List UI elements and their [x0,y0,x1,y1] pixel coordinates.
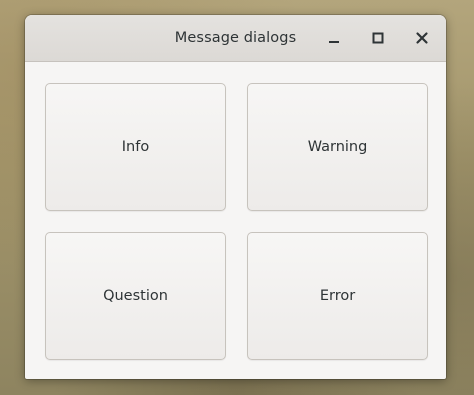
close-icon [415,31,429,45]
dialog-buttons-grid: Info Warning Question Error [25,62,446,379]
minimize-button[interactable] [322,26,346,50]
error-button[interactable]: Error [247,232,428,360]
maximize-button[interactable] [366,26,390,50]
info-button[interactable]: Info [45,83,226,211]
question-button[interactable]: Question [45,232,226,360]
message-dialogs-window: Message dialogs Info Warning Question Er… [25,15,446,379]
maximize-icon [371,31,385,45]
close-button[interactable] [410,26,434,50]
minimize-icon [327,31,341,45]
titlebar[interactable]: Message dialogs [25,15,446,62]
warning-button[interactable]: Warning [247,83,428,211]
